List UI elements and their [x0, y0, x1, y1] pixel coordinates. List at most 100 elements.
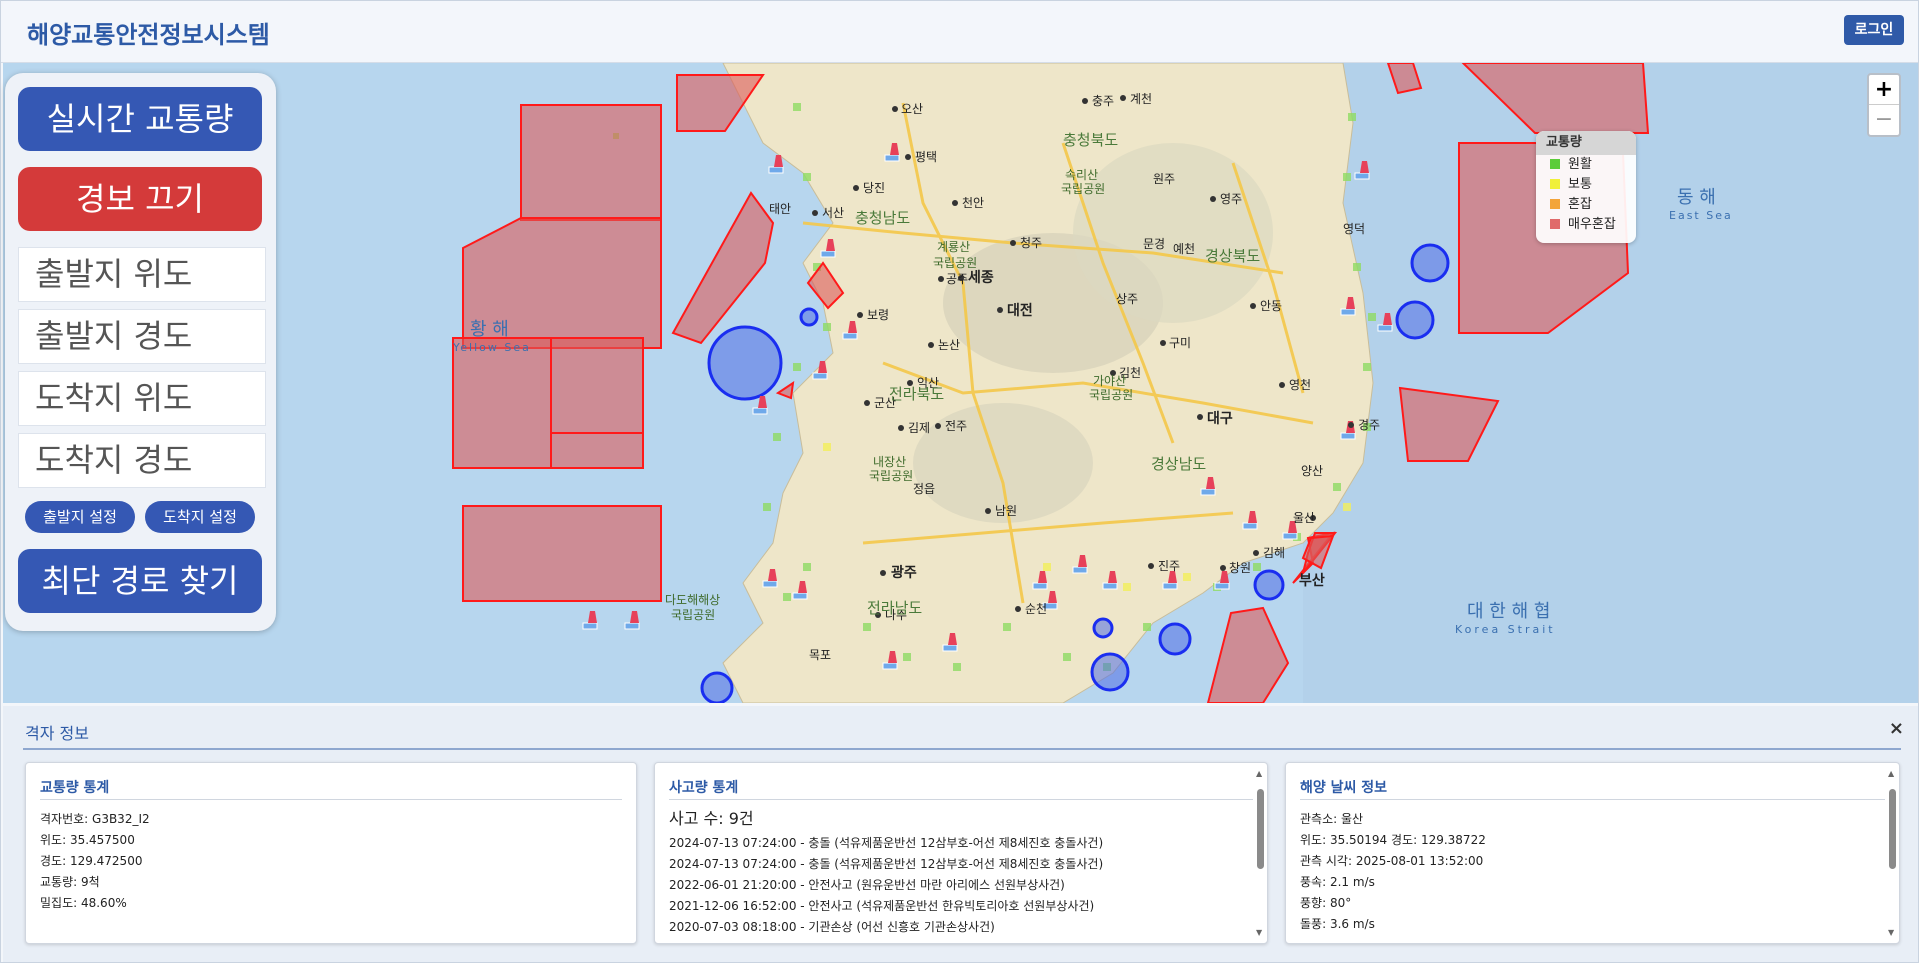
legend-item-normal: 보통 — [1536, 175, 1636, 195]
card-title: 교통량 통계 — [40, 780, 110, 796]
svg-text:논산: 논산 — [938, 338, 960, 352]
alert-off-button[interactable]: 경보 끄기 — [18, 167, 262, 231]
svg-text:목포: 목포 — [809, 648, 831, 662]
grid-id: 격자번호: G3B32_I2 — [40, 812, 150, 826]
density: 밀집도: 48.60% — [40, 896, 127, 910]
card-body: 사고 수: 9건 2024-07-13 07:24:00 - 충돌 (석유제품운… — [669, 805, 1247, 938]
legend-title: 교통량 — [1536, 131, 1636, 155]
app-window: 해양교통안전정보시스템 로그인 오산 평택 계천 당진 서산 천안 태안 충주 … — [0, 0, 1919, 963]
svg-text:영천: 영천 — [1289, 377, 1311, 392]
start-lng-input[interactable]: 출발지 경도 — [18, 309, 266, 364]
svg-text:김제: 김제 — [908, 421, 930, 435]
login-button[interactable]: 로그인 — [1844, 15, 1904, 45]
svg-text:오산: 오산 — [901, 102, 923, 116]
scroll-thumb[interactable] — [1257, 789, 1264, 869]
svg-text:평택: 평택 — [915, 150, 937, 164]
svg-text:가야산: 가야산 — [1093, 374, 1126, 388]
gust: 돌풍: 3.6 m/s — [1300, 917, 1375, 931]
svg-text:전주: 전주 — [945, 419, 967, 433]
svg-text:세종: 세종 — [968, 270, 994, 286]
svg-text:경상남도: 경상남도 — [1151, 455, 1206, 473]
wind-speed: 풍속: 2.1 m/s — [1300, 875, 1375, 889]
traffic-legend: 교통량 원활 보통 혼잡 매우혼잡 — [1536, 131, 1636, 243]
svg-text:Yellow Sea: Yellow Sea — [452, 341, 531, 354]
svg-text:상주: 상주 — [1116, 292, 1138, 306]
svg-text:울산: 울산 — [1293, 511, 1315, 525]
station-position: 위도: 35.50194 경도: 129.38722 — [1300, 833, 1486, 847]
zoom-control: + − — [1867, 73, 1901, 137]
svg-text:충주: 충주 — [1092, 94, 1114, 108]
svg-text:국립공원: 국립공원 — [869, 469, 913, 483]
legend-swatch — [1550, 159, 1560, 169]
svg-text:충청북도: 충청북도 — [1063, 131, 1118, 149]
end-lng-input[interactable]: 도착지 경도 — [18, 433, 266, 488]
legend-label: 보통 — [1568, 177, 1592, 192]
set-start-button[interactable]: 출발지 설정 — [25, 501, 135, 533]
svg-text:전라남도: 전라남도 — [867, 599, 922, 617]
close-icon[interactable]: × — [1889, 718, 1904, 739]
scroll-down-icon[interactable]: ▼ — [1888, 928, 1894, 937]
realtime-traffic-button[interactable]: 실시간 교통량 — [18, 87, 262, 151]
svg-text:경주: 경주 — [1358, 418, 1380, 432]
svg-text:속리산: 속리산 — [1065, 168, 1098, 182]
divider — [40, 799, 622, 800]
legend-swatch — [1550, 199, 1560, 209]
legend-label: 원활 — [1568, 157, 1592, 172]
svg-text:영주: 영주 — [1220, 192, 1242, 206]
card-body: 격자번호: G3B32_I2 위도: 35.457500 경도: 129.472… — [40, 809, 616, 914]
svg-text:황 해: 황 해 — [470, 319, 509, 340]
svg-text:안동: 안동 — [1260, 299, 1282, 313]
svg-text:문경: 문경 — [1143, 237, 1165, 251]
zoom-in-button[interactable]: + — [1869, 75, 1899, 105]
svg-text:구미: 구미 — [1169, 336, 1191, 350]
scroll-down-icon[interactable]: ▼ — [1256, 928, 1262, 937]
latitude: 위도: 35.457500 — [40, 833, 135, 847]
accident-entry: 2022-06-01 21:20:00 - 안전사고 (원유운반선 마란 아리에… — [669, 878, 1065, 892]
divider — [1300, 799, 1885, 800]
end-lat-input[interactable]: 도착지 위도 — [18, 371, 266, 426]
accident-entry: 2024-07-13 07:24:00 - 충돌 (석유제품운반선 12삼부호-… — [669, 857, 1104, 871]
observation-time: 관측 시각: 2025-08-01 13:52:00 — [1300, 854, 1484, 868]
svg-text:East Sea: East Sea — [1669, 209, 1733, 222]
svg-text:당진: 당진 — [863, 181, 885, 195]
traffic-stats-card: 교통량 통계 격자번호: G3B32_I2 위도: 35.457500 경도: … — [25, 762, 637, 944]
svg-text:청주: 청주 — [1020, 236, 1042, 250]
svg-text:전라북도: 전라북도 — [889, 385, 944, 403]
shortest-route-button[interactable]: 최단 경로 찾기 — [18, 549, 262, 613]
svg-text:계천: 계천 — [1130, 91, 1152, 106]
svg-text:내장산: 내장산 — [873, 455, 906, 469]
legend-label: 매우혼잡 — [1568, 217, 1616, 232]
legend-item-very-congested: 매우혼잡 — [1536, 215, 1636, 235]
svg-text:부산: 부산 — [1299, 572, 1325, 589]
svg-text:영덕: 영덕 — [1343, 222, 1365, 236]
station: 관측소: 울산 — [1300, 812, 1364, 826]
card-title: 사고량 통계 — [669, 780, 739, 796]
accident-stats-card[interactable]: 사고량 통계 사고 수: 9건 2024-07-13 07:24:00 - 충돌… — [654, 762, 1268, 944]
divider — [669, 799, 1253, 800]
svg-text:김해: 김해 — [1263, 546, 1285, 560]
scroll-up-icon[interactable]: ▲ — [1888, 769, 1894, 778]
map-view[interactable]: 오산 평택 계천 당진 서산 천안 태안 충주 청주 세종 공주 대전 보령 논산 구미 김천 대구 영… — [3, 63, 1918, 703]
scroll-thumb[interactable] — [1889, 789, 1896, 869]
legend-item-congested: 혼잡 — [1536, 195, 1636, 215]
set-end-button[interactable]: 도착지 설정 — [145, 501, 255, 533]
scrollbar[interactable]: ▲ ▼ — [1887, 769, 1897, 937]
svg-text:진주: 진주 — [1158, 559, 1180, 573]
card-body: 관측소: 울산 위도: 35.50194 경도: 129.38722 관측 시각… — [1300, 809, 1879, 935]
svg-text:충청남도: 충청남도 — [855, 209, 910, 227]
zoom-out-button[interactable]: − — [1869, 105, 1899, 135]
svg-text:창원: 창원 — [1229, 561, 1251, 575]
svg-text:국립공원: 국립공원 — [933, 256, 977, 270]
svg-text:보령: 보령 — [867, 308, 889, 322]
svg-text:대구: 대구 — [1207, 411, 1233, 427]
wind-direction: 풍향: 80° — [1300, 896, 1352, 910]
svg-text:공주: 공주 — [946, 272, 968, 286]
svg-text:순천: 순천 — [1025, 601, 1047, 616]
svg-text:다도해해상: 다도해해상 — [665, 593, 720, 607]
scrollbar[interactable]: ▲ ▼ — [1255, 769, 1265, 937]
scroll-up-icon[interactable]: ▲ — [1256, 769, 1262, 778]
svg-text:남원: 남원 — [995, 504, 1017, 518]
svg-text:대전: 대전 — [1007, 302, 1033, 319]
marine-weather-card[interactable]: 해양 날씨 정보 관측소: 울산 위도: 35.50194 경도: 129.38… — [1285, 762, 1900, 944]
start-lat-input[interactable]: 출발지 위도 — [18, 247, 266, 302]
